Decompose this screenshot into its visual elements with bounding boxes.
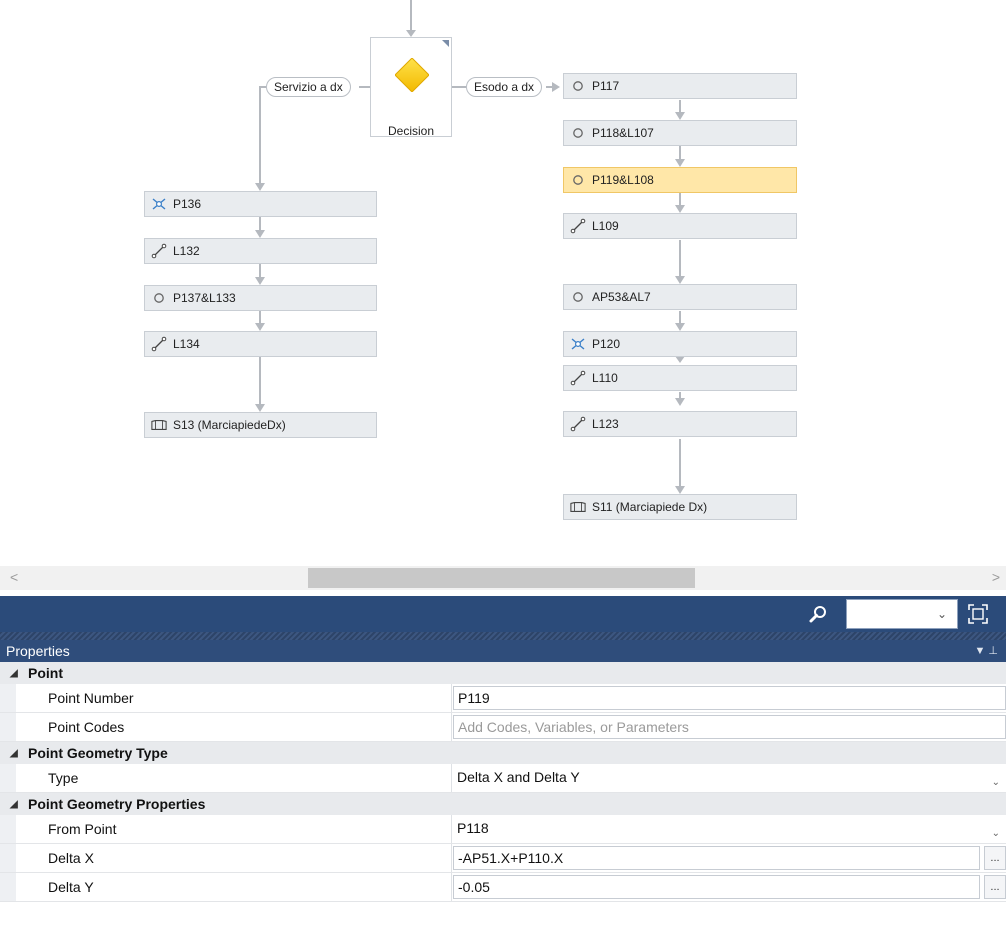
branch-label-right: Esodo a dx	[466, 77, 543, 97]
corner-marker-icon	[442, 40, 449, 47]
property-row: Delta X -AP51.X+P110.X...	[0, 844, 1006, 873]
category-title: Point	[28, 665, 63, 681]
point-circle-icon	[570, 289, 586, 305]
right-flow-node[interactable]: L110	[563, 365, 797, 391]
scroll-left-icon[interactable]: <	[10, 569, 18, 585]
flow-node-label: P119&L108	[592, 173, 654, 187]
properties-title: Properties	[6, 643, 70, 659]
pin-icon[interactable]: ▼ ⊥	[974, 640, 998, 662]
panel-splitter[interactable]	[0, 632, 1006, 640]
link-icon	[151, 336, 167, 352]
property-name: Point Codes	[0, 713, 452, 741]
dropdown-value: Delta X and Delta Y	[457, 769, 580, 785]
diagram-toolbar: ⌄	[0, 596, 1006, 632]
left-flow-node[interactable]: P136	[144, 191, 377, 217]
flow-node-label: S11 (Marciapiede Dx)	[592, 500, 708, 514]
link-icon	[570, 416, 586, 432]
property-input[interactable]: Add Codes, Variables, or Parameters	[453, 715, 1006, 739]
chevron-down-icon[interactable]: ⌄	[992, 823, 1000, 845]
properties-header: Properties ▼ ⊥	[0, 640, 1006, 662]
flow-node-label: P118&L107	[592, 126, 654, 140]
decision-label: Decision	[387, 124, 435, 138]
right-flow-node[interactable]: S11 (Marciapiede Dx)	[563, 494, 797, 520]
flow-node-label: P137&L133	[173, 291, 236, 305]
property-input[interactable]: -0.05	[453, 875, 980, 899]
flow-node-label: L123	[592, 417, 619, 431]
property-category[interactable]: ◢ Point	[0, 662, 1006, 684]
collapse-triangle-icon[interactable]: ◢	[10, 799, 22, 810]
property-row: Delta Y -0.05...	[0, 873, 1006, 902]
left-flow-node[interactable]: P137&L133	[144, 285, 377, 311]
property-input[interactable]: P119	[453, 686, 1006, 710]
decision-node[interactable]: Decision	[370, 37, 452, 138]
category-title: Point Geometry Type	[28, 745, 168, 761]
collapse-triangle-icon[interactable]: ◢	[10, 748, 22, 759]
flow-node-label: P136	[173, 197, 202, 211]
property-grid: ◢ Point Point Number P119 Point Codes Add Cod…	[0, 662, 1006, 902]
property-row: Point Number P119	[0, 684, 1006, 713]
scroll-right-icon[interactable]: >	[992, 569, 1000, 585]
fit-view-icon[interactable]	[967, 603, 989, 625]
left-flow-node[interactable]: L132	[144, 238, 377, 264]
left-flow-node[interactable]: S13 (MarciapiedeDx)	[144, 412, 377, 438]
property-row: Point Codes Add Codes, Variables, or Para…	[0, 713, 1006, 742]
chevron-down-icon[interactable]: ⌄	[937, 607, 947, 621]
property-dropdown[interactable]: P118 ⌄	[453, 817, 1006, 841]
property-dropdown[interactable]: Delta X and Delta Y ⌄	[453, 766, 1006, 790]
right-flow-node[interactable]: L109	[563, 213, 797, 239]
ellipsis-button[interactable]: ...	[984, 846, 1006, 870]
property-name: Point Number	[0, 684, 452, 712]
search-combo[interactable]: ⌄	[846, 599, 958, 629]
flow-node-label: L132	[173, 244, 200, 258]
point-circle-icon	[570, 172, 586, 188]
category-title: Point Geometry Properties	[28, 796, 206, 812]
point-circle-icon	[570, 78, 586, 94]
right-flow-node[interactable]: AP53&AL7	[563, 284, 797, 310]
flow-node-label: P120	[592, 337, 621, 351]
flow-node-label: L109	[592, 219, 619, 233]
shape-icon	[151, 417, 167, 433]
property-row: From Point P118 ⌄	[0, 815, 1006, 844]
point-intersection-icon	[570, 336, 586, 352]
dropdown-value: P118	[457, 820, 489, 836]
point-circle-icon	[570, 125, 586, 141]
left-flow-node[interactable]: L134	[144, 331, 377, 357]
right-flow-node[interactable]: P120	[563, 331, 797, 357]
property-category[interactable]: ◢ Point Geometry Properties	[0, 793, 1006, 815]
flow-node-label: L110	[592, 371, 618, 385]
right-flow-node[interactable]: L123	[563, 411, 797, 437]
branch-label-left: Servizio a dx	[266, 77, 351, 97]
link-icon	[151, 243, 167, 259]
flow-node-label: L134	[173, 337, 200, 351]
decision-diamond-icon	[395, 58, 429, 92]
property-row: Type Delta X and Delta Y ⌄	[0, 764, 1006, 793]
property-input[interactable]: -AP51.X+P110.X	[453, 846, 980, 870]
scrollbar-thumb[interactable]	[308, 568, 695, 588]
right-flow-node[interactable]: P118&L107	[563, 120, 797, 146]
search-icon[interactable]	[808, 604, 828, 624]
right-flow-node[interactable]: P119&L108	[563, 167, 797, 193]
property-category[interactable]: ◢ Point Geometry Type	[0, 742, 1006, 764]
property-name: Delta X	[0, 844, 452, 872]
link-icon	[570, 370, 586, 386]
property-name: Delta Y	[0, 873, 452, 901]
flow-node-label: AP53&AL7	[592, 290, 651, 304]
property-name: From Point	[0, 815, 452, 843]
horizontal-scrollbar[interactable]: < >	[0, 566, 1006, 590]
flow-canvas[interactable]: Decision Servizio a dx Esodo a dx P136 L1…	[0, 0, 1006, 565]
shape-icon	[570, 499, 586, 515]
point-circle-icon	[151, 290, 167, 306]
link-icon	[570, 218, 586, 234]
point-intersection-icon	[151, 196, 167, 212]
collapse-triangle-icon[interactable]: ◢	[10, 668, 22, 679]
ellipsis-button[interactable]: ...	[984, 875, 1006, 899]
chevron-down-icon[interactable]: ⌄	[992, 772, 1000, 794]
right-flow-node[interactable]: P117	[563, 73, 797, 99]
flow-node-label: S13 (MarciapiedeDx)	[173, 418, 286, 432]
property-name: Type	[0, 764, 452, 792]
flow-node-label: P117	[592, 79, 620, 93]
